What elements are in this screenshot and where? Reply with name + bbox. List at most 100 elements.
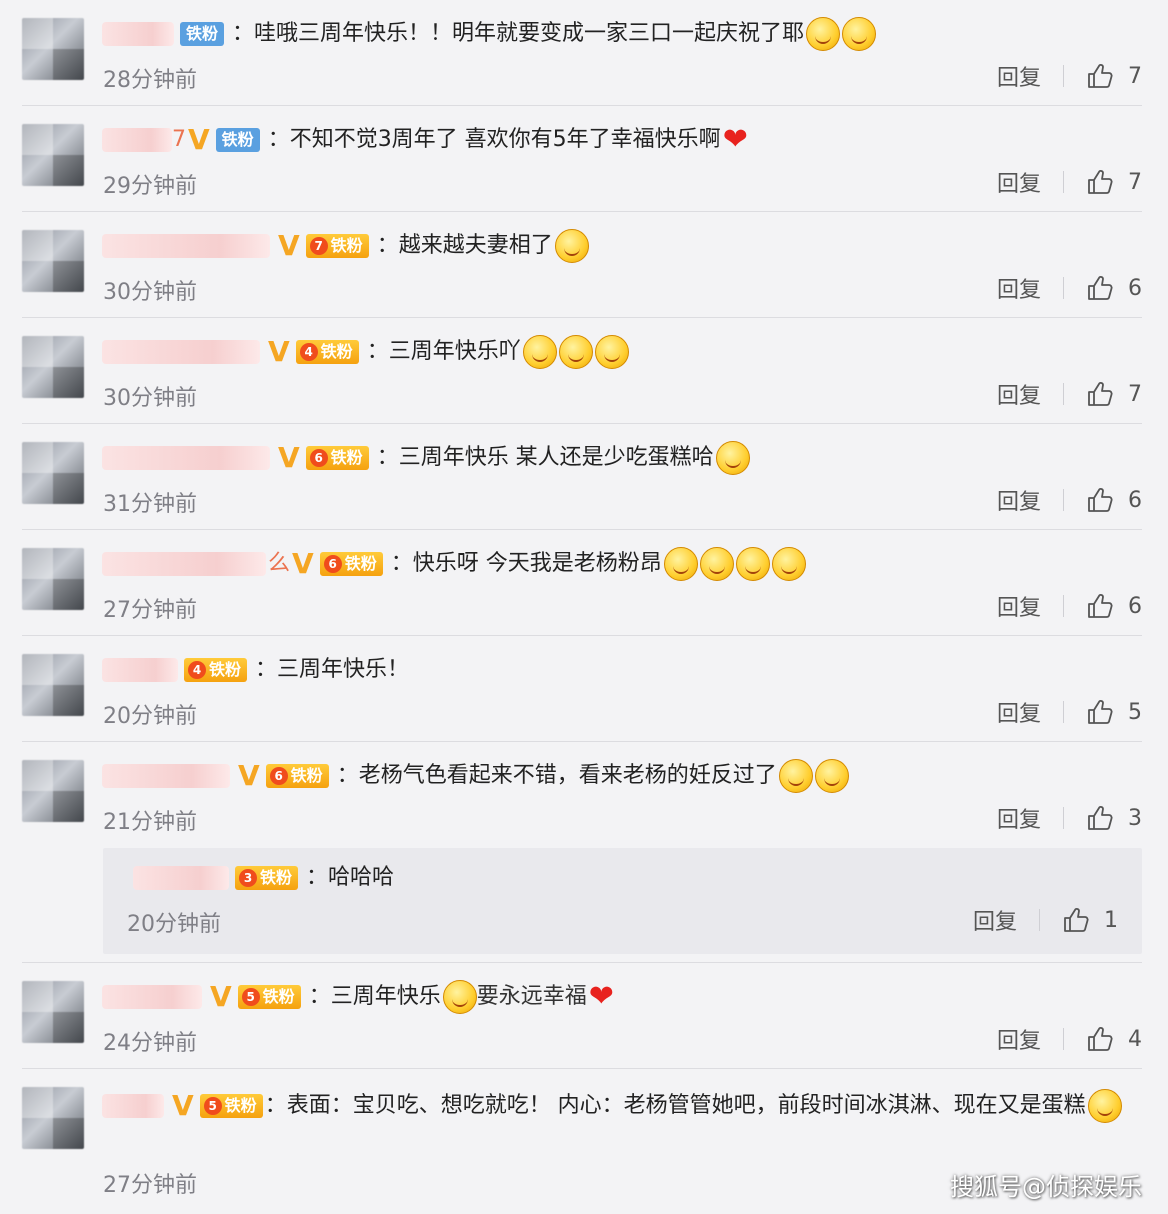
fan-badge[interactable]: 铁粉 [215, 128, 260, 152]
reply-button[interactable]: 回复 [997, 60, 1041, 92]
avatar[interactable] [22, 1087, 84, 1149]
divider [1063, 595, 1064, 617]
fan-badge[interactable]: 铁粉 [180, 22, 225, 46]
thumbs-up-icon[interactable] [1086, 62, 1114, 90]
avatar[interactable] [22, 230, 84, 292]
thumbs-up-icon[interactable] [1062, 906, 1090, 934]
reply-button[interactable]: 回复 [997, 696, 1041, 728]
timestamp: 28分钟前 [103, 68, 197, 93]
comment-text: ：表面：宝贝吃、想吃就吃！ 内心：老杨管管她吧，前段时间冰淇淋、现在又是蛋糕 [264, 1093, 1086, 1118]
divider [1063, 807, 1064, 829]
reply-button[interactable]: 回复 [997, 378, 1041, 410]
username[interactable] [102, 340, 260, 364]
fan-badge[interactable]: 6 铁粉 [305, 446, 369, 470]
fan-badge[interactable]: 5 铁粉 [237, 985, 301, 1009]
badge-label: 铁粉 [344, 554, 377, 573]
like-count: 7 [1128, 169, 1142, 195]
emoji-icon [558, 335, 593, 369]
emoji-icon [842, 17, 877, 51]
thumbs-up-icon[interactable] [1086, 168, 1114, 196]
cat-emoji-icon [771, 547, 806, 581]
thumbs-up-icon[interactable] [1086, 486, 1114, 514]
comment-text: ：三周年快乐！ [255, 657, 410, 682]
reply-button[interactable]: 回复 [997, 484, 1041, 516]
username-tail[interactable]: 么 [268, 544, 290, 584]
comment-item: 铁粉 ：哇哦三周年快乐！！明年就要变成一家三口一起庆祝了耶 28分钟前 回复 7 [0, 0, 1168, 106]
thumbs-up-icon[interactable] [1086, 804, 1114, 832]
thumbs-up-icon[interactable] [1086, 698, 1114, 726]
thumbs-up-icon[interactable] [1086, 380, 1114, 408]
divider [1063, 65, 1064, 87]
reply-button[interactable]: 回复 [997, 166, 1041, 198]
username[interactable] [102, 985, 202, 1009]
username[interactable] [102, 234, 270, 258]
badge-label: 铁粉 [290, 766, 323, 785]
badge-label: 铁粉 [330, 236, 363, 255]
fan-level: 4 [188, 661, 206, 679]
badge-label: 铁粉 [209, 660, 242, 679]
comment-text: ：哈哈哈 [306, 865, 395, 890]
divider [1063, 489, 1064, 511]
fan-level: 6 [323, 555, 342, 573]
thumbs-up-icon[interactable] [1086, 1025, 1114, 1053]
avatar[interactable] [22, 18, 84, 80]
timestamp: 30分钟前 [103, 280, 197, 305]
reply-button[interactable]: 回复 [997, 802, 1041, 834]
thumbs-up-icon[interactable] [1086, 592, 1114, 620]
comment-item: 7 V 铁粉 ：不知不觉3周年了 喜欢你有5年了幸福快乐啊 ❤ 29分钟前 回复… [0, 106, 1168, 212]
timestamp: 24分钟前 [103, 1031, 197, 1056]
username-tail[interactable]: 7 [172, 120, 186, 160]
reply-button[interactable]: 回复 [997, 1023, 1041, 1055]
username[interactable] [102, 128, 172, 152]
like-count: 7 [1128, 381, 1142, 407]
divider [1039, 909, 1040, 931]
like-count: 1 [1104, 907, 1118, 933]
badge-label: 铁粉 [224, 1096, 257, 1115]
sub-reply: 3 铁粉 ：哈哈哈 20分钟前 回复 1 [103, 848, 1142, 954]
fan-badge[interactable]: 3 铁粉 [235, 866, 299, 890]
username[interactable] [102, 1094, 164, 1118]
fan-level: 7 [309, 237, 328, 255]
watermark: 搜狐号@侦探娱乐 [950, 1173, 1142, 1201]
emoji-icon [522, 335, 557, 369]
heart-icon: ❤ [588, 979, 614, 1014]
like-count: 6 [1128, 593, 1142, 619]
avatar[interactable] [22, 760, 84, 822]
comment-item: 么 V 6 铁粉 ：快乐呀 今天我是老杨粉昂 27分钟前 回复 6 [0, 530, 1168, 636]
username[interactable] [102, 658, 178, 682]
timestamp: 31分钟前 [103, 492, 197, 517]
fan-badge[interactable]: 4 铁粉 [295, 340, 359, 364]
avatar[interactable] [22, 981, 84, 1043]
username[interactable] [102, 764, 230, 788]
comment-text: ：三周年快乐 [308, 984, 441, 1009]
cat-emoji-icon [715, 441, 750, 475]
like-count: 4 [1128, 1026, 1142, 1052]
fan-badge[interactable]: 6 铁粉 [319, 552, 383, 576]
username[interactable] [102, 22, 174, 46]
vip-icon: V [188, 123, 210, 156]
timestamp: 29分钟前 [103, 174, 197, 199]
fan-badge[interactable]: 4 铁粉 [184, 658, 248, 682]
username[interactable] [102, 552, 266, 576]
fan-badge[interactable]: 6 铁粉 [265, 764, 329, 788]
timestamp: 27分钟前 [103, 1173, 197, 1198]
reply-button[interactable]: 回复 [973, 904, 1017, 936]
thumbs-up-icon[interactable] [1086, 274, 1114, 302]
avatar[interactable] [22, 336, 84, 398]
username[interactable] [102, 446, 270, 470]
cat-emoji-icon [699, 547, 734, 581]
fan-badge[interactable]: 5 铁粉 [199, 1094, 263, 1118]
timestamp: 20分钟前 [127, 912, 221, 937]
divider [1063, 1028, 1064, 1050]
comment-text: ：三周年快乐吖 [366, 339, 521, 364]
reply-button[interactable]: 回复 [997, 590, 1041, 622]
reply-button[interactable]: 回复 [997, 272, 1041, 304]
avatar[interactable] [22, 548, 84, 610]
avatar[interactable] [22, 654, 84, 716]
username[interactable] [133, 866, 229, 890]
avatar[interactable] [22, 124, 84, 186]
comment-item: V 5 铁粉 ：三周年快乐 要永远幸福 ❤ 24分钟前 回复 4 [0, 963, 1168, 1069]
fan-badge[interactable]: 7 铁粉 [305, 234, 369, 258]
avatar[interactable] [22, 442, 84, 504]
emoji-icon [806, 17, 841, 51]
